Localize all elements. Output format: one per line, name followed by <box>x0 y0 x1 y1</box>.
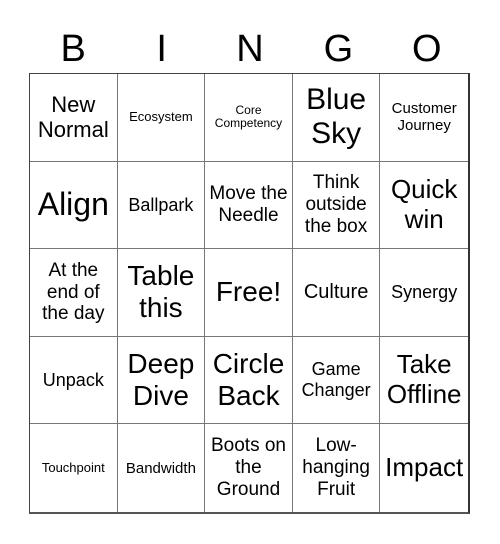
cell-label: Bandwidth <box>125 459 196 477</box>
cell-label: Low-hanging Fruit <box>302 435 370 501</box>
bingo-cell[interactable]: Align <box>30 161 118 250</box>
header-letter-o: O <box>412 28 442 70</box>
bingo-cell[interactable]: Customer Journey <box>380 74 468 162</box>
header-letter-g: G <box>323 28 354 70</box>
bingo-cell[interactable]: Table this <box>117 249 206 337</box>
cell-label: Deep Dive <box>127 347 195 412</box>
cell-label: Customer Journey <box>391 100 457 135</box>
header-letter-i: I <box>156 28 167 70</box>
header-letter-b: B <box>60 28 86 70</box>
bingo-cell[interactable]: Unpack <box>30 336 118 425</box>
cell-label: Culture <box>303 280 369 303</box>
bingo-cell[interactable]: Bandwidth <box>118 424 206 512</box>
bingo-cell[interactable]: Quick win <box>380 162 468 250</box>
bingo-cell[interactable]: Ecosystem <box>117 74 206 162</box>
cell-label: Quick win <box>390 174 458 234</box>
cell-label: Game Changer <box>301 359 371 401</box>
bingo-cell[interactable]: Move the Needle <box>205 161 293 250</box>
cell-label: New Normal <box>37 92 109 143</box>
bingo-cell[interactable]: Boots on the Ground <box>205 424 293 512</box>
bingo-grid: New Normal Ecosystem Core Competency Blue S… <box>29 73 470 514</box>
bingo-cell[interactable]: Low-hanging Fruit <box>293 424 381 512</box>
header-letter-n: N <box>236 28 264 70</box>
bingo-cell[interactable]: Culture <box>292 249 381 337</box>
cell-label: At the end of the day <box>42 259 105 325</box>
cell-label: Touchpoint <box>41 459 105 475</box>
bingo-cell[interactable]: Take Offline <box>380 337 468 425</box>
bingo-cell[interactable]: Blue Sky <box>292 74 381 162</box>
cell-label: Unpack <box>42 369 104 390</box>
bingo-cell[interactable]: Deep Dive <box>117 336 206 425</box>
cell-label: Boots on the Ground <box>210 435 286 501</box>
bingo-cell[interactable]: Think outside the box <box>292 161 381 250</box>
cell-label: Free! <box>215 276 282 308</box>
bingo-header: B I N G O <box>29 26 471 72</box>
cell-label: Impact <box>385 452 464 483</box>
bingo-cell[interactable]: New Normal <box>30 74 118 162</box>
bingo-cell[interactable]: Synergy <box>380 249 468 337</box>
cell-label: Ballpark <box>128 194 194 215</box>
cell-label: Blue Sky <box>306 82 367 151</box>
cell-label: Align <box>37 186 109 223</box>
cell-label: Move the Needle <box>209 183 288 226</box>
cell-label: Table this <box>127 260 195 324</box>
bingo-cell[interactable]: Core Competency <box>205 74 293 162</box>
cell-label: Ecosystem <box>129 108 193 124</box>
cell-label: Take Offline <box>386 349 462 410</box>
bingo-cell[interactable]: Game Changer <box>292 336 381 425</box>
bingo-cell[interactable]: Ballpark <box>117 161 206 250</box>
cell-label: Synergy <box>391 282 458 303</box>
bingo-cell[interactable]: At the end of the day <box>30 249 118 337</box>
cell-label: Core Competency <box>214 102 283 131</box>
bingo-cell[interactable]: Impact <box>380 424 468 512</box>
cell-label: Think outside the box <box>304 172 368 237</box>
cell-label: Circle Back <box>212 347 285 412</box>
bingo-cell[interactable]: Circle Back <box>205 336 293 425</box>
bingo-cell[interactable]: Touchpoint <box>30 424 118 512</box>
free-space-cell[interactable]: Free! <box>205 249 293 337</box>
